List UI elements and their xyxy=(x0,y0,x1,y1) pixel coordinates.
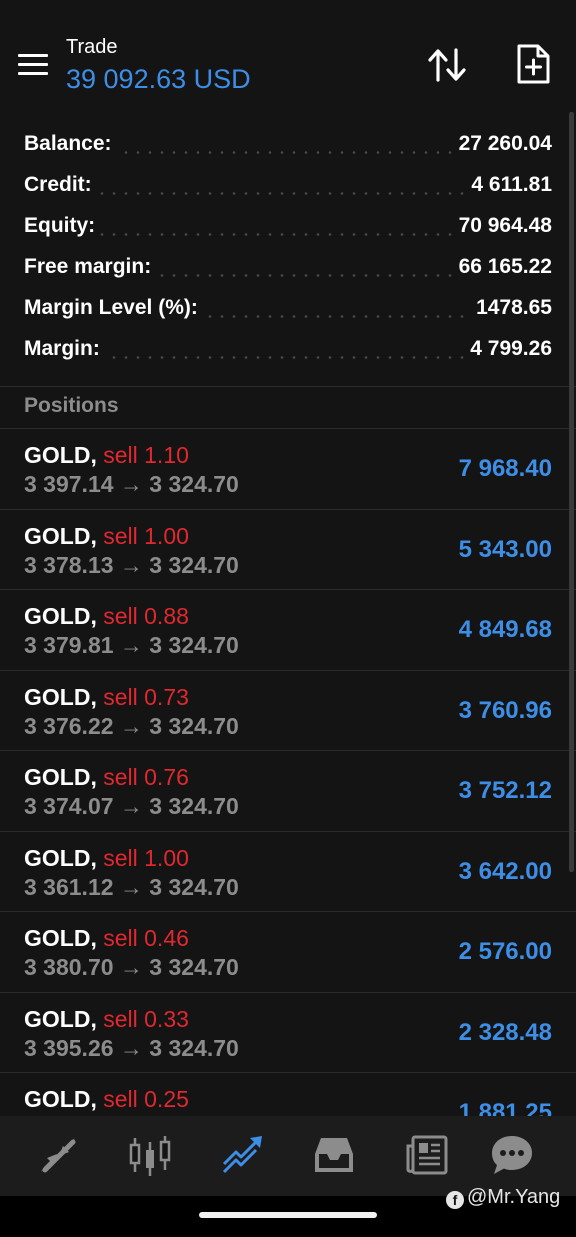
position-prices: 3 378.13 → 3 324.70 xyxy=(24,552,239,578)
summary-row-free-margin: Free margin: 66 165.22 xyxy=(0,247,576,288)
sort-button[interactable] xyxy=(426,44,468,86)
summary-label: Credit: xyxy=(24,173,96,197)
page-title: Trade xyxy=(66,36,118,58)
position-profit: 3 760.96 xyxy=(458,697,552,724)
nav-quotes[interactable] xyxy=(35,1132,85,1180)
summary-value: 4 611.81 xyxy=(467,173,552,197)
menu-line-icon xyxy=(18,63,48,66)
summary-label: Margin Level (%): xyxy=(24,296,202,320)
account-balance-header: 39 092.63 USD xyxy=(66,64,251,94)
summary-value: 1478.65 xyxy=(472,296,552,320)
menu-line-icon xyxy=(18,72,48,75)
new-order-button[interactable] xyxy=(512,42,554,86)
position-prices: 3 379.81 → 3 324.70 xyxy=(24,632,239,658)
position-symbol: GOLD, xyxy=(24,764,97,790)
position-profit: 3 642.00 xyxy=(458,858,552,885)
position-row[interactable]: GOLD, sell 0.73 3 376.22 → 3 324.70 3 76… xyxy=(0,670,576,750)
summary-row-credit: Credit: 4 611.81 xyxy=(0,165,576,206)
summary-value: 27 260.04 xyxy=(454,132,552,156)
position-prices: 3 395.26 → 3 324.70 xyxy=(24,1035,239,1061)
position-row[interactable]: GOLD, sell 0.76 3 374.07 → 3 324.70 3 75… xyxy=(0,750,576,830)
sort-arrows-icon xyxy=(428,48,466,82)
position-symbol: GOLD, xyxy=(24,1006,97,1032)
summary-label: Free margin: xyxy=(24,255,156,279)
candlestick-chart-icon xyxy=(129,1136,171,1176)
position-profit: 3 752.12 xyxy=(458,777,552,804)
position-prices: 3 361.12 → 3 324.70 xyxy=(24,874,239,900)
summary-label: Margin: xyxy=(24,337,104,361)
watermark-text: @Mr.Yang xyxy=(467,1186,561,1208)
position-profit: 2 576.00 xyxy=(458,938,552,965)
position-symbol: GOLD, xyxy=(24,523,97,549)
nav-trade[interactable] xyxy=(220,1132,270,1180)
position-prices: 3 380.70 → 3 324.70 xyxy=(24,954,239,980)
nav-history[interactable] xyxy=(311,1132,361,1180)
nav-news[interactable] xyxy=(404,1132,454,1180)
position-side-volume: sell 0.76 xyxy=(103,764,189,790)
position-row[interactable]: GOLD, sell 1.00 3 361.12 → 3 324.70 3 64… xyxy=(0,831,576,911)
position-profit: 5 343.00 xyxy=(458,536,552,563)
chat-bubble-icon xyxy=(492,1136,532,1174)
position-symbol: GOLD, xyxy=(24,845,97,871)
position-side-volume: sell 0.73 xyxy=(103,684,189,710)
new-document-icon xyxy=(517,44,550,84)
section-divider xyxy=(0,386,576,387)
history-inbox-icon xyxy=(315,1138,353,1172)
position-prices: 3 397.14 → 3 324.70 xyxy=(24,471,239,497)
position-profit: 4 849.68 xyxy=(458,616,552,643)
position-side-volume: sell 1.00 xyxy=(103,845,189,871)
position-side-volume: sell 0.46 xyxy=(103,925,189,951)
summary-value: 66 165.22 xyxy=(454,255,552,279)
bottom-navigation xyxy=(0,1116,576,1196)
home-indicator[interactable] xyxy=(199,1212,377,1218)
position-row[interactable]: GOLD, sell 0.46 3 380.70 → 3 324.70 2 57… xyxy=(0,911,576,991)
quotes-arrows-icon xyxy=(41,1138,76,1173)
summary-row-margin-level: Margin Level (%): 1478.65 xyxy=(0,288,576,329)
position-side-volume: sell 1.00 xyxy=(103,523,189,549)
position-side-volume: sell 0.88 xyxy=(103,603,189,629)
position-side-volume: sell 0.25 xyxy=(103,1086,189,1112)
app-header: Trade 39 092.63 USD xyxy=(0,0,576,112)
hamburger-menu-button[interactable] xyxy=(16,50,50,80)
menu-line-icon xyxy=(18,54,48,57)
position-side-volume: sell 1.10 xyxy=(103,442,189,468)
nav-chart[interactable] xyxy=(127,1132,177,1180)
position-row[interactable]: GOLD, sell 1.00 3 378.13 → 3 324.70 5 34… xyxy=(0,509,576,589)
summary-label: Balance: xyxy=(24,132,116,156)
summary-row-equity: Equity: 70 964.48 xyxy=(0,206,576,247)
position-symbol: GOLD, xyxy=(24,925,97,951)
position-row[interactable]: GOLD, sell 0.88 3 379.81 → 3 324.70 4 84… xyxy=(0,589,576,669)
trade-screen: Trade 39 092.63 USD Balance: 27 260.04 C… xyxy=(0,0,576,1237)
position-symbol: GOLD, xyxy=(24,442,97,468)
scrollbar[interactable] xyxy=(569,112,574,872)
position-profit: 7 968.40 xyxy=(458,455,552,482)
summary-value: 70 964.48 xyxy=(454,214,552,238)
position-row[interactable]: GOLD, sell 0.33 3 395.26 → 3 324.70 2 32… xyxy=(0,992,576,1072)
position-row[interactable]: GOLD, sell 1.10 3 397.14 → 3 324.70 7 96… xyxy=(0,428,576,508)
position-symbol: GOLD, xyxy=(24,684,97,710)
trade-trend-icon xyxy=(222,1136,262,1174)
summary-row-margin: Margin: 4 799.26 xyxy=(0,329,576,370)
position-profit: 2 328.48 xyxy=(458,1019,552,1046)
position-side-volume: sell 0.33 xyxy=(103,1006,189,1032)
news-icon xyxy=(406,1135,448,1175)
positions-section-title: Positions xyxy=(24,394,119,417)
watermark: f @Mr.Yang xyxy=(446,1186,560,1209)
summary-label: Equity: xyxy=(24,214,100,238)
position-symbol: GOLD, xyxy=(24,1086,97,1112)
nav-chat[interactable] xyxy=(489,1132,539,1180)
summary-value: 4 799.26 xyxy=(466,337,552,361)
position-symbol: GOLD, xyxy=(24,603,97,629)
summary-row-balance: Balance: 27 260.04 xyxy=(0,124,576,165)
position-prices: 3 376.22 → 3 324.70 xyxy=(24,713,239,739)
facebook-icon: f xyxy=(446,1191,464,1209)
position-prices: 3 374.07 → 3 324.70 xyxy=(24,793,239,819)
